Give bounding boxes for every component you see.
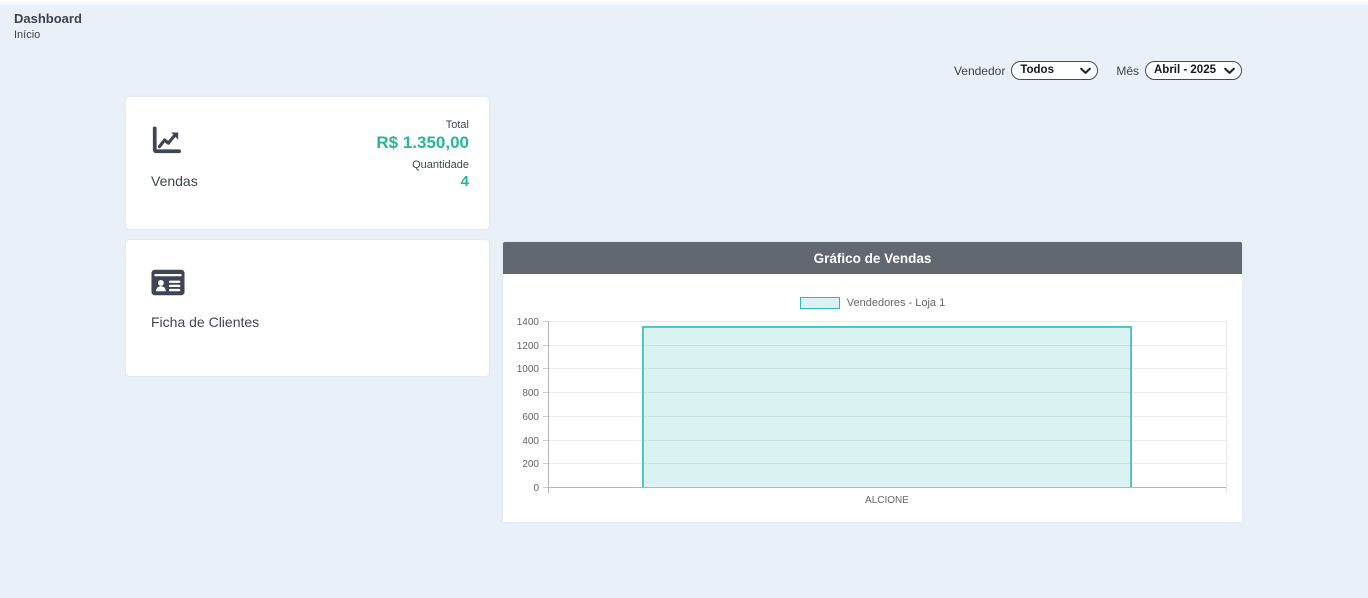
sales-bar-chart: 0 200 400 600 800 1000 1200 1400 ALCIONE: [503, 314, 1242, 514]
vendedor-filter-label: Vendedor: [954, 64, 1005, 78]
quantity-value: 4: [376, 173, 469, 190]
legend-label: Vendedores - Loja 1: [847, 297, 945, 309]
svg-text:1400: 1400: [517, 317, 540, 328]
svg-text:1000: 1000: [517, 364, 540, 375]
vendas-card-stats: Total R$ 1.350,00 Quantidade 4: [376, 117, 469, 229]
content-area: Vendas Total R$ 1.350,00 Quantidade 4: [126, 97, 1242, 522]
svg-text:800: 800: [522, 388, 539, 399]
ficha-clientes-card[interactable]: Ficha de Clientes: [126, 240, 489, 376]
chart-line-icon: [151, 142, 181, 159]
svg-text:1200: 1200: [517, 341, 540, 352]
chart-legend: Vendedores - Loja 1: [503, 297, 1242, 309]
chart-panel-body: Vendedores - Loja 1 0 200 400 600 800 1000 120…: [503, 274, 1242, 522]
breadcrumb: Início: [14, 29, 1354, 41]
main-container: Vendedor Todos Mês Abril - 2025: [126, 61, 1242, 522]
mes-select-wrap: Abril - 2025: [1145, 61, 1242, 80]
ficha-clientes-label: Ficha de Clientes: [151, 314, 469, 330]
mes-filter-group: Mês Abril - 2025: [1116, 61, 1242, 80]
chart-panel-title: Gráfico de Vendas: [503, 242, 1242, 274]
vendedor-select-wrap: Todos: [1011, 61, 1098, 80]
legend-swatch-icon: [800, 297, 840, 309]
vendas-card-label: Vendas: [151, 173, 198, 189]
mes-filter-label: Mês: [1116, 64, 1139, 78]
mes-select[interactable]: Abril - 2025: [1145, 61, 1242, 80]
svg-text:0: 0: [533, 483, 539, 494]
svg-text:400: 400: [522, 436, 539, 447]
left-column: Vendas Total R$ 1.350,00 Quantidade 4: [126, 97, 489, 376]
svg-text:600: 600: [522, 412, 539, 423]
vendedor-filter-group: Vendedor Todos: [954, 61, 1098, 80]
id-card-icon: [151, 283, 185, 300]
total-label: Total: [376, 119, 469, 131]
sales-chart-panel: Gráfico de Vendas Vendedores - Loja 1 0 2…: [503, 242, 1242, 522]
page-title: Dashboard: [14, 11, 1354, 26]
page-header: Dashboard Início: [0, 5, 1368, 41]
svg-text:200: 200: [522, 459, 539, 470]
svg-text:ALCIONE: ALCIONE: [865, 495, 909, 506]
vendedor-select[interactable]: Todos: [1011, 61, 1098, 80]
vendas-card-left: Vendas: [151, 117, 198, 229]
quantity-label: Quantidade: [376, 159, 469, 171]
total-value: R$ 1.350,00: [376, 133, 469, 153]
filters-bar: Vendedor Todos Mês Abril - 2025: [126, 61, 1242, 80]
right-column: Gráfico de Vendas Vendedores - Loja 1 0 2…: [503, 97, 1242, 522]
vendas-card[interactable]: Vendas Total R$ 1.350,00 Quantidade 4: [126, 97, 489, 229]
